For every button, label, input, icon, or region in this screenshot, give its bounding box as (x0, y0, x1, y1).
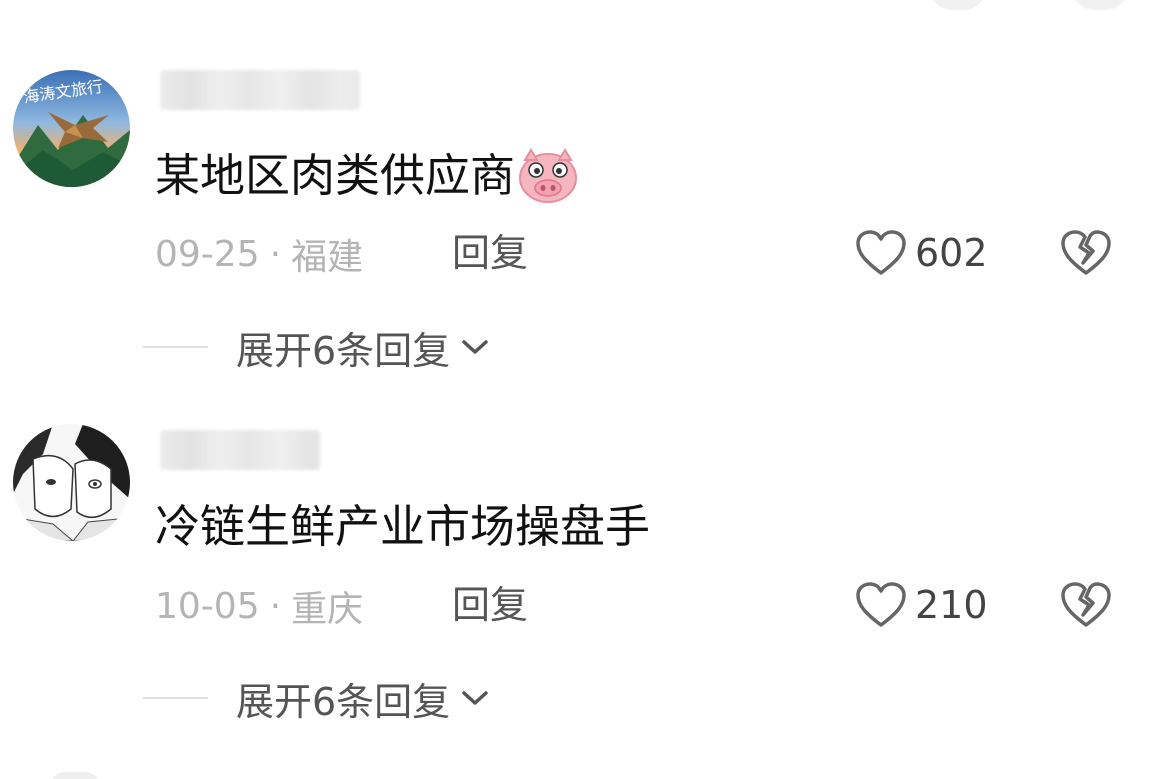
reply-button-1[interactable]: 回复 (452, 228, 528, 278)
expand-replies-label-2: 展开6条回复 (236, 679, 451, 724)
expand-divider-2 (143, 697, 208, 699)
dislike-button-1[interactable] (1060, 228, 1112, 278)
avatar-1[interactable]: 海涛文旅行 (13, 70, 130, 187)
avatar-2[interactable] (13, 424, 130, 541)
comment-location-2: 重庆 (291, 589, 364, 630)
comment-item-1: 海涛文旅行 某地区肉类供应商 09-25 · 福建 回复 602 展开6条回复 (0, 0, 1169, 373)
next-avatar-cutoff (50, 772, 100, 779)
comment-text-2-content: 冷链生鲜产业市场操盘手 (155, 500, 651, 553)
comment-location-1: 福建 (291, 237, 364, 278)
meta-separator-2: · (269, 585, 282, 627)
comment-list: 海涛文旅行 某地区肉类供应商 09-25 · 福建 回复 602 展开6条回复 … (0, 0, 1169, 779)
username-blurred-1 (160, 70, 360, 110)
comment-text-1-content: 某地区肉类供应商 (155, 149, 516, 202)
like-count-1: 602 (915, 231, 988, 275)
avatar-1-image: 海涛文旅行 (13, 70, 130, 187)
broken-heart-icon (1061, 230, 1111, 275)
dislike-button-2[interactable] (1060, 580, 1112, 630)
like-count-2: 210 (915, 583, 988, 627)
avatar-2-image (13, 424, 130, 541)
comment-item-2: 冷链生鲜产业市场操盘手 10-05 · 重庆 回复 210 展开6条回复 (0, 355, 1169, 724)
comment-date-1: 09-25 (155, 233, 260, 275)
reply-button-2[interactable]: 回复 (452, 580, 528, 630)
comment-date-2: 10-05 (155, 585, 260, 627)
chevron-down-icon (460, 688, 490, 708)
like-button-1[interactable]: 602 (855, 228, 988, 278)
comment-meta-2: 10-05 · 重庆 (155, 581, 363, 631)
heart-outline-icon (856, 230, 906, 275)
username-blurred-2 (160, 430, 320, 470)
meta-separator-1: · (269, 233, 282, 275)
comment-text-2: 冷链生鲜产业市场操盘手 (155, 499, 650, 555)
broken-heart-icon (1061, 582, 1111, 627)
pig-face-emoji-icon (517, 148, 579, 204)
comment-text-1: 某地区肉类供应商 (155, 148, 579, 204)
comment-meta-1: 09-25 · 福建 (155, 229, 363, 279)
like-button-2[interactable]: 210 (855, 580, 988, 630)
chevron-down-icon (460, 337, 490, 357)
heart-outline-icon (856, 582, 906, 627)
expand-replies-2[interactable]: 展开6条回复 (143, 673, 490, 724)
expand-divider-1 (143, 346, 208, 348)
